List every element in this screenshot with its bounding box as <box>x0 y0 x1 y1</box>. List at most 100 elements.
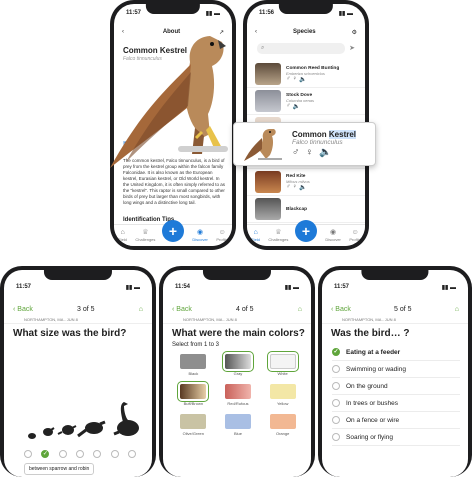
list-item[interactable]: Red Kite Milvus milvus ♂ ♀ 🔈 <box>247 169 365 196</box>
list-item[interactable]: Blackcap <box>247 196 365 223</box>
size-dot[interactable] <box>58 450 67 458</box>
status-time: 11:54 <box>175 284 191 290</box>
status-time: 11:57 <box>16 284 32 290</box>
swatch-fill <box>269 414 296 429</box>
progress-text: 4 of 5 <box>236 305 254 313</box>
tab-profile[interactable]: ☺ Profile <box>349 229 360 242</box>
bird-thumbnail <box>255 90 281 112</box>
tab-field[interactable]: ⌂ Field <box>118 229 127 242</box>
radio[interactable] <box>332 365 340 373</box>
bird-thumbnail <box>255 171 281 193</box>
color-swatch-red-rufous[interactable]: Red/Rufous <box>218 384 258 406</box>
tab-field[interactable]: ⌂ Field <box>251 229 260 242</box>
home-icon[interactable]: ⌂ <box>455 306 459 313</box>
color-swatch-olive-green[interactable]: Olive/Green <box>173 414 213 436</box>
popup-icons: ♂ ♀ 🔈 <box>292 147 356 158</box>
popup-text: Common Kestrel Falco tinnunculus ♂ ♀ 🔈 <box>292 130 357 158</box>
option-on-fence-or-wire[interactable]: On a fence or wire <box>332 412 460 429</box>
radio-selected[interactable]: ✓ <box>332 348 340 356</box>
list-item[interactable]: Stock Dove Columba oenas ♂ 🔈 <box>247 88 365 115</box>
size-screen: 11:57 ▮▮ ▬ ‹ Back 3 of 5 ⌂ NORTHAMPTON, MA … <box>4 270 152 477</box>
size-slider[interactable]: ✓ <box>24 450 136 458</box>
size-dot-selected[interactable]: ✓ <box>41 450 50 458</box>
back-button[interactable]: ‹ Back <box>172 306 192 313</box>
notch <box>145 4 201 14</box>
home-icon: ⌂ <box>253 229 258 236</box>
swatch-fill <box>224 384 251 399</box>
discover-icon: ◉ <box>197 229 204 236</box>
size-dot[interactable] <box>75 450 84 458</box>
phone-behavior-question: 11:57 ▮▮ ▬ ‹ Back 5 of 5 ⌂ NORTHAMPTON, MA … <box>318 266 472 477</box>
back-button[interactable]: ‹ Back <box>13 306 33 313</box>
status-time: 11:57 <box>126 10 142 16</box>
question-title: What were the main colors? <box>172 328 305 339</box>
color-swatch-blue[interactable]: Blue <box>218 414 258 436</box>
add-button[interactable]: + <box>162 220 184 242</box>
behavior-options: ✓ Eating at a feeder Swimming or wading O… <box>332 344 460 446</box>
swatch-fill <box>177 381 210 402</box>
tab-discover[interactable]: ◉ Discover <box>325 229 341 242</box>
question-header: ‹ Back 3 of 5 ⌂ <box>4 302 152 316</box>
radio[interactable] <box>332 416 340 424</box>
home-icon[interactable]: ⌂ <box>298 306 302 313</box>
notch <box>43 270 113 280</box>
tab-discover[interactable]: ◉ Discover <box>192 229 208 242</box>
option-swimming-or-wading[interactable]: Swimming or wading <box>332 361 460 378</box>
male-icon[interactable]: ♂ <box>292 147 300 158</box>
status-bar: 11:57 ▮▮ ▬ <box>4 284 152 294</box>
behavior-screen: 11:57 ▮▮ ▬ ‹ Back 5 of 5 ⌂ NORTHAMPTON, MA … <box>322 270 468 477</box>
female-icon[interactable]: ♀ <box>306 147 314 158</box>
trophy-icon: ♕ <box>275 229 282 236</box>
trophy-icon: ♕ <box>142 229 149 236</box>
size-dot[interactable] <box>110 450 119 458</box>
progress-text: 3 of 5 <box>77 305 95 313</box>
popup-name: Common Kestrel <box>292 130 357 139</box>
radio[interactable] <box>332 382 340 390</box>
radio[interactable] <box>332 399 340 407</box>
swatch-fill <box>221 351 254 372</box>
option-on-the-ground[interactable]: On the ground <box>332 378 460 395</box>
option-eating-at-feeder[interactable]: ✓ Eating at a feeder <box>332 344 460 361</box>
selected-size-label: between sparrow and robin <box>24 463 95 475</box>
size-dot[interactable] <box>127 450 136 458</box>
species-popup[interactable]: Common Kestrel Falco tinnunculus ♂ ♀ 🔈 <box>233 122 376 166</box>
tab-profile[interactable]: ☺ Profile <box>216 229 227 242</box>
battery-icon: ▮▮ ▬ <box>338 11 353 17</box>
radio[interactable] <box>332 433 340 441</box>
location-icon[interactable]: ➤ <box>349 44 355 52</box>
color-swatch-yellow[interactable]: Yellow <box>263 384 303 406</box>
color-swatch-gray[interactable]: Gray <box>218 351 258 376</box>
battery-icon: ▮▮ ▬ <box>205 11 220 17</box>
settings-icon[interactable]: ⚙ <box>352 29 357 36</box>
color-swatch-buff-brown[interactable]: Buff/Brown <box>173 381 213 406</box>
swatch-fill <box>180 414 207 429</box>
color-grid: Black Gray White Buff/Brown Red/Rufous Y… <box>171 351 305 436</box>
back-button[interactable]: ‹ Back <box>331 306 351 313</box>
size-dot[interactable] <box>24 450 32 458</box>
size-dot[interactable] <box>93 450 102 458</box>
location-date: NORTHAMPTON, MA - JUN 8 <box>4 317 152 324</box>
phone-colors-question: 11:54 ▮▮ ▬ ‹ Back 4 of 5 ⌂ NORTHAMPTON, MA … <box>159 266 315 477</box>
sound-icon[interactable]: 🔈 <box>319 147 331 158</box>
tab-challenges[interactable]: ♕ Challenges <box>135 229 155 242</box>
profile-icon: ☺ <box>351 229 359 236</box>
progress-text: 5 of 5 <box>394 305 412 313</box>
bird-thumbnail <box>255 198 281 220</box>
color-swatch-white[interactable]: White <box>263 351 303 376</box>
list-item[interactable]: Common Reed Bunting Emberiza schoeniclus ♂… <box>247 61 365 88</box>
option-in-trees-or-bushes[interactable]: In trees or bushes <box>332 395 460 412</box>
tab-challenges[interactable]: ♕ Challenges <box>268 229 288 242</box>
color-swatch-orange[interactable]: Orange <box>263 414 303 436</box>
home-icon[interactable]: ⌂ <box>139 306 143 313</box>
search-bar[interactable]: ⌕ <box>257 43 345 54</box>
bird-size-silhouettes[interactable] <box>24 398 146 444</box>
add-button[interactable]: + <box>295 220 317 242</box>
popup-kestrel-thumbnail <box>244 129 282 161</box>
back-icon[interactable]: ‹ <box>255 29 257 35</box>
color-swatch-black[interactable]: Black <box>173 354 213 376</box>
search-icon: ⌕ <box>261 45 265 51</box>
popup-scientific: Falco tinnunculus <box>292 139 343 146</box>
option-soaring-or-flying[interactable]: Soaring or flying <box>332 429 460 446</box>
status-time: 11:56 <box>259 10 275 16</box>
swatch-fill <box>224 414 251 429</box>
